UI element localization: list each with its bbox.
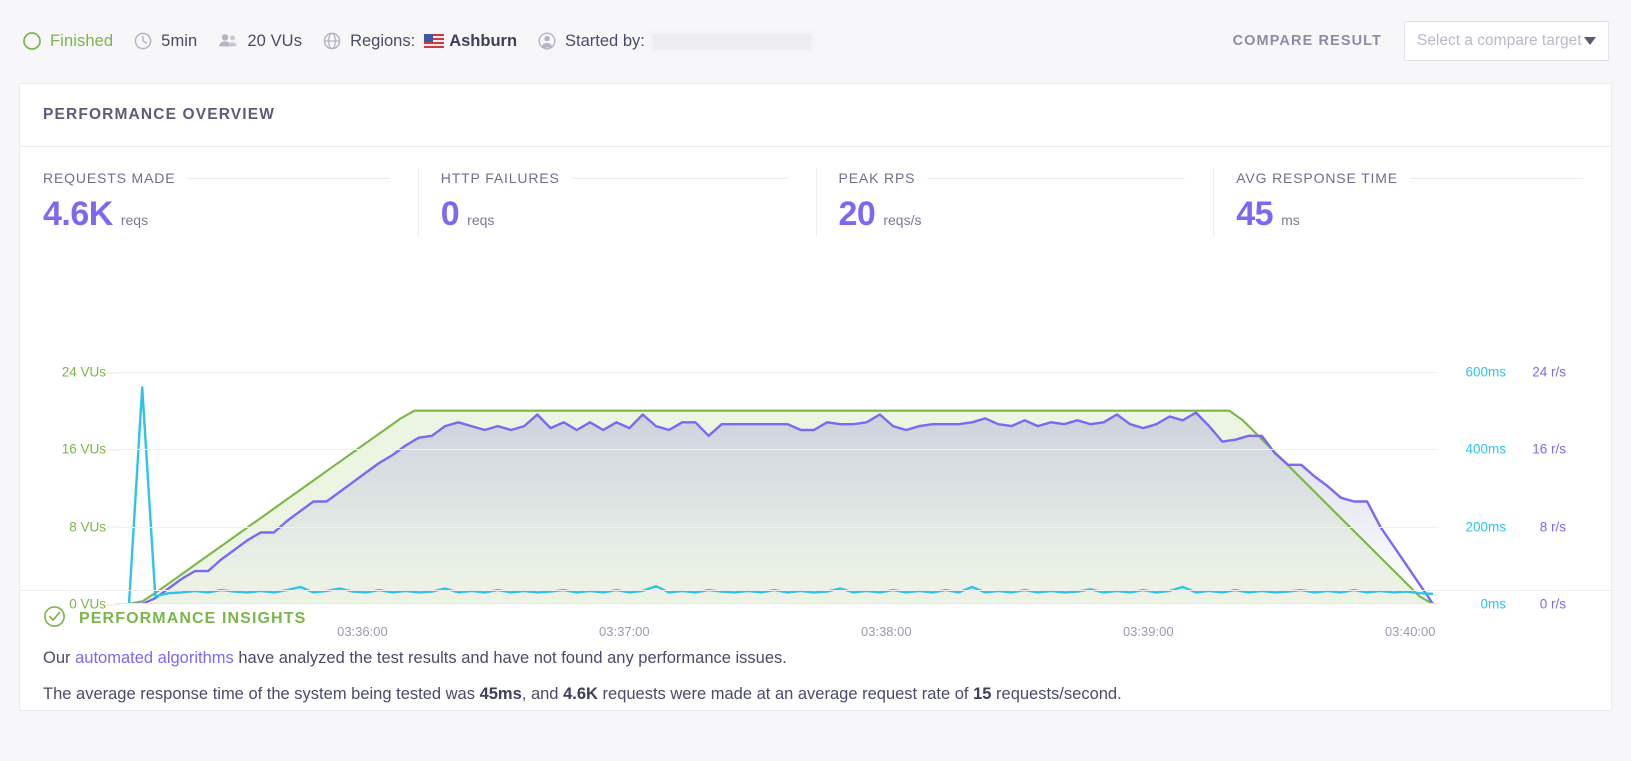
chart-y-tick-right: 600ms 24 r/s bbox=[1448, 365, 1566, 380]
metric-unit: reqs bbox=[467, 212, 495, 228]
metric-value: 4.6K bbox=[43, 195, 113, 233]
metric-rule bbox=[927, 177, 1186, 179]
insights-line2-a: The average response time of the system … bbox=[43, 684, 480, 703]
insights-divider bbox=[20, 590, 1611, 591]
chart-series-svg bbox=[127, 386, 1434, 606]
chart-y-tick-ms: 600ms bbox=[1465, 364, 1506, 380]
performance-insights: PERFORMANCE INSIGHTS Our automated algor… bbox=[43, 605, 1583, 704]
started-by-redacted-value bbox=[652, 33, 811, 49]
compare-controls: COMPARE RESULT Select a compare target bbox=[1233, 21, 1609, 61]
metric-peak-rps: PEAK RPS 20 reqs/s bbox=[815, 147, 1214, 237]
metric-requests-made: REQUESTS MADE 4.6K reqs bbox=[20, 147, 418, 234]
performance-results-page: Finished 5min 20 VUs Regions: Ashburn St… bbox=[0, 0, 1631, 761]
insights-line2-c: , and bbox=[521, 684, 564, 703]
insights-line1-post: have analyzed the test results and have … bbox=[233, 649, 787, 667]
metric-unit: ms bbox=[1281, 212, 1300, 228]
chart-y-tick-vus: 16 VUs bbox=[62, 442, 120, 457]
insights-line2-g: requests/second. bbox=[991, 684, 1122, 703]
check-circle-icon bbox=[43, 605, 66, 633]
metrics-row: REQUESTS MADE 4.6K reqs HTTP FAILURES 0 … bbox=[20, 147, 1611, 237]
metric-unit: reqs bbox=[120, 212, 149, 228]
started-by-label: Started by: bbox=[565, 31, 645, 50]
page-title: PERFORMANCE OVERVIEW bbox=[43, 106, 275, 123]
compare-target-select[interactable]: Select a compare target bbox=[1404, 21, 1609, 61]
chart-y-axis-right: 600ms 24 r/s 400ms 16 r/s 200ms 8 r/s 0ms 0 r/s bbox=[1448, 365, 1578, 612]
metric-rule bbox=[187, 177, 390, 179]
status-finished: Finished bbox=[22, 31, 113, 51]
insights-avg-response-time: 45ms bbox=[479, 684, 522, 703]
chart-y-tick-rs: 8 r/s bbox=[1539, 519, 1566, 535]
performance-overview-card: PERFORMANCE OVERVIEW REQUESTS MADE 4.6K … bbox=[19, 83, 1612, 711]
chart-plot-area bbox=[115, 372, 1438, 606]
metric-unit: reqs/s bbox=[883, 212, 922, 228]
metric-rule bbox=[571, 177, 788, 179]
chevron-down-icon bbox=[1584, 37, 1596, 45]
chart-y-tick-right: 200ms 8 r/s bbox=[1448, 519, 1566, 534]
vus-text: 20 VUs bbox=[247, 31, 303, 50]
insights-line-2: The average response time of the system … bbox=[43, 684, 1583, 705]
insights-line1-pre: Our bbox=[43, 649, 76, 667]
chart-y-tick-rs: 24 r/s bbox=[1532, 364, 1566, 380]
chart-gridline bbox=[115, 526, 1438, 528]
metric-http-failures: HTTP FAILURES 0 reqs bbox=[417, 147, 816, 237]
regions-label: Regions: bbox=[350, 31, 416, 50]
users-icon bbox=[217, 31, 239, 51]
chart-gridline bbox=[115, 449, 1438, 451]
compare-target-placeholder: Select a compare target bbox=[1417, 32, 1582, 49]
chart-gridline bbox=[115, 372, 1438, 373]
chart-y-tick-ms: 400ms bbox=[1465, 441, 1506, 457]
chart-y-axis-vus: 24 VUs 16 VUs 8 VUs 0 VUs bbox=[20, 365, 120, 612]
us-flag-icon bbox=[424, 34, 445, 48]
metric-label: AVG RESPONSE TIME bbox=[1236, 170, 1398, 186]
insights-title: PERFORMANCE INSIGHTS bbox=[79, 610, 307, 627]
metric-label: HTTP FAILURES bbox=[440, 170, 560, 186]
globe-icon bbox=[322, 31, 342, 51]
chart-y-tick-ms: 200ms bbox=[1465, 519, 1506, 535]
region-name: Ashburn bbox=[449, 31, 518, 50]
chart-y-tick-right: 400ms 16 r/s bbox=[1448, 442, 1566, 457]
metric-value: 0 bbox=[440, 195, 460, 233]
automated-algorithms-link[interactable]: automated algorithms bbox=[75, 649, 234, 667]
metric-value: 45 bbox=[1236, 195, 1274, 233]
user-icon bbox=[537, 31, 557, 51]
duration-text: 5min bbox=[161, 31, 198, 50]
insights-request-rate: 15 bbox=[973, 684, 992, 703]
status-duration: 5min bbox=[133, 31, 197, 51]
chart-baseline bbox=[115, 603, 1438, 604]
metric-value: 20 bbox=[838, 195, 876, 233]
clock-icon bbox=[133, 31, 153, 51]
chart-y-tick-rs: 16 r/s bbox=[1532, 441, 1566, 457]
status-started-by: Started by: bbox=[537, 31, 811, 51]
insights-requests-made: 4.6K bbox=[563, 684, 598, 703]
status-items: Finished 5min 20 VUs Regions: Ashburn St… bbox=[22, 31, 831, 51]
status-regions: Regions: Ashburn bbox=[322, 31, 517, 51]
status-vus: 20 VUs bbox=[217, 31, 302, 51]
chart-y-tick-vus: 24 VUs bbox=[62, 365, 120, 380]
metric-avg-response-time: AVG RESPONSE TIME 45 ms bbox=[1213, 147, 1611, 237]
insights-line2-e: requests were made at an average request… bbox=[597, 684, 974, 703]
insights-line-1: Our automated algorithms have analyzed t… bbox=[43, 648, 1583, 669]
compare-result-label: COMPARE RESULT bbox=[1232, 33, 1382, 49]
request-rate-area bbox=[129, 412, 1433, 604]
metric-label: PEAK RPS bbox=[838, 170, 916, 186]
chart-y-tick-vus: 8 VUs bbox=[69, 519, 120, 534]
test-status-bar: Finished 5min 20 VUs Regions: Ashburn St… bbox=[0, 0, 1631, 82]
metric-rule bbox=[1410, 177, 1583, 179]
circle-outline-icon bbox=[22, 31, 42, 51]
status-text: Finished bbox=[50, 31, 114, 50]
metric-label: REQUESTS MADE bbox=[43, 170, 176, 186]
